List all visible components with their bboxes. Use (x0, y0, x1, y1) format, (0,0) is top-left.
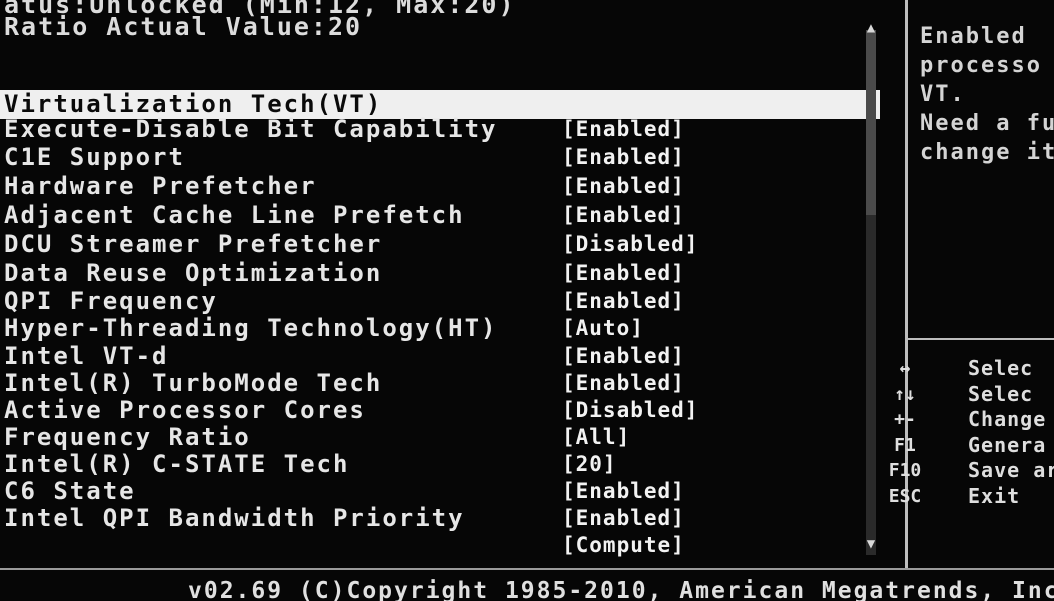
copyright-footer: v02.69 (C)Copyright 1985-2010, American … (188, 578, 1054, 601)
setting-row-qpi-frequency[interactable]: QPI Frequency [Enabled] (0, 287, 880, 316)
ratio-actual-value-text: Ratio Actual Value:20 (4, 12, 363, 41)
setting-label: QPI Frequency (4, 287, 218, 315)
key-label: +- (894, 409, 916, 430)
setting-label: Hardware Prefetcher (4, 172, 317, 200)
setting-value[interactable]: [Enabled] (562, 342, 685, 371)
key-description: Change (968, 407, 1047, 431)
setting-row-hyper-threading[interactable]: Hyper-Threading Technology(HT) [Auto] (0, 314, 880, 343)
bios-setup-screen: atus:Unlocked (Min:12, Max:20) Ratio Act… (0, 0, 1054, 601)
left-right-arrows-icon: ↔ (899, 358, 911, 379)
settings-list: Virtualization Tech(VT) Execute-Disable … (0, 60, 880, 560)
setting-row-c6-state[interactable]: C6 State [Enabled] (0, 477, 880, 506)
setting-row-execute-disable-bit[interactable]: Execute-Disable Bit Capability [Enabled] (0, 115, 880, 144)
key-description: Genera (968, 432, 1047, 457)
setting-value[interactable]: [Disabled] (562, 396, 698, 425)
setting-value[interactable]: [Enabled] (562, 143, 685, 172)
setting-row-active-processor-cores[interactable]: Active Processor Cores [Disabled] (0, 396, 880, 425)
setting-label: Intel QPI Bandwidth Priority (4, 504, 465, 532)
setting-label: Active Processor Cores (4, 396, 366, 424)
key-legend-row: F10 Save ar (880, 458, 1054, 484)
setting-value[interactable]: [Compute] (562, 531, 685, 560)
key-legend-row: ↑↓ Selec (880, 382, 1054, 408)
footer-divider (0, 568, 1054, 570)
key-description: Selec (968, 356, 1034, 380)
key-label: ESC (888, 485, 922, 507)
setting-value[interactable]: [Enabled] (562, 259, 685, 288)
setting-label: C6 State (4, 477, 136, 505)
setting-value[interactable]: [Enabled] (562, 201, 685, 230)
setting-row-data-reuse-optimization[interactable]: Data Reuse Optimization [Enabled] (0, 259, 880, 288)
setting-value[interactable]: [Auto] (562, 314, 644, 343)
setting-label: Execute-Disable Bit Capability (4, 115, 498, 143)
help-divider (908, 338, 1054, 340)
setting-label: C1E Support (4, 143, 185, 171)
scroll-up-arrow-icon[interactable]: ▲ (861, 20, 881, 36)
scrollbar-thumb[interactable] (866, 30, 876, 215)
setting-value[interactable]: [Enabled] (562, 172, 685, 201)
setting-label: Intel VT-d (4, 342, 169, 370)
key-label: F1 (894, 434, 916, 456)
key-legend-row: ↔ Selec (880, 356, 1054, 382)
setting-value[interactable]: [Disabled] (562, 230, 698, 259)
setting-label: DCU Streamer Prefetcher (4, 230, 383, 258)
setting-row-adjacent-cache-line-prefetch[interactable]: Adjacent Cache Line Prefetch [Enabled] (0, 201, 880, 230)
setting-row-c-state-tech[interactable]: Intel(R) C-STATE Tech [20] (0, 450, 880, 479)
setting-label: Adjacent Cache Line Prefetch (4, 201, 465, 229)
setting-row-dcu-streamer-prefetcher[interactable]: DCU Streamer Prefetcher [Disabled] (0, 230, 880, 259)
setting-row-hardware-prefetcher[interactable]: Hardware Prefetcher [Enabled] (0, 172, 880, 201)
setting-value[interactable]: [20] (562, 450, 617, 479)
key-legend-row: F1 Genera (880, 433, 1054, 459)
key-label: F10 (888, 460, 922, 481)
setting-label: Data Reuse Optimization (4, 259, 383, 287)
setting-row-turbomode-tech[interactable]: Intel(R) TurboMode Tech [Enabled] (0, 369, 880, 398)
setting-value[interactable]: [Enabled] (562, 477, 685, 506)
key-legend-row: ESC Exit (880, 484, 1054, 510)
setting-label: Intel(R) C-STATE Tech (4, 450, 350, 478)
up-down-arrows-icon: ↑↓ (894, 383, 916, 405)
setting-value[interactable]: [All] (562, 423, 630, 452)
key-description: Selec (968, 381, 1034, 406)
setting-label: Frequency Ratio (4, 423, 251, 451)
setting-row-c1e-support[interactable]: C1E Support [Enabled] (0, 143, 880, 172)
setting-label: Hyper-Threading Technology(HT) (4, 314, 498, 342)
key-legend-row: +- Change (880, 407, 1054, 433)
setting-value[interactable]: [Enabled] (562, 504, 685, 533)
scroll-down-arrow-icon[interactable]: ▼ (861, 536, 881, 552)
setting-row-overflow-value[interactable]: [Compute] (0, 531, 880, 560)
key-description: Save ar (968, 458, 1054, 482)
setting-value[interactable]: [Enabled] (562, 369, 685, 398)
item-help-text: Enabled processo VT. Need a fu change it (920, 24, 1054, 165)
setting-row-intel-vt-d[interactable]: Intel VT-d [Enabled] (0, 342, 880, 371)
key-description: Exit (968, 483, 1021, 508)
setting-value[interactable]: [Enabled] (562, 287, 685, 316)
setting-row-frequency-ratio[interactable]: Frequency Ratio [All] (0, 423, 880, 452)
key-legend: ↔ Selec ↑↓ Selec +- Change F1 Genera F10… (880, 356, 1054, 509)
setting-value[interactable]: [Enabled] (562, 115, 685, 144)
setting-row-qpi-bandwidth-priority[interactable]: Intel QPI Bandwidth Priority [Enabled] (0, 504, 880, 533)
setting-label: Intel(R) TurboMode Tech (4, 369, 383, 397)
